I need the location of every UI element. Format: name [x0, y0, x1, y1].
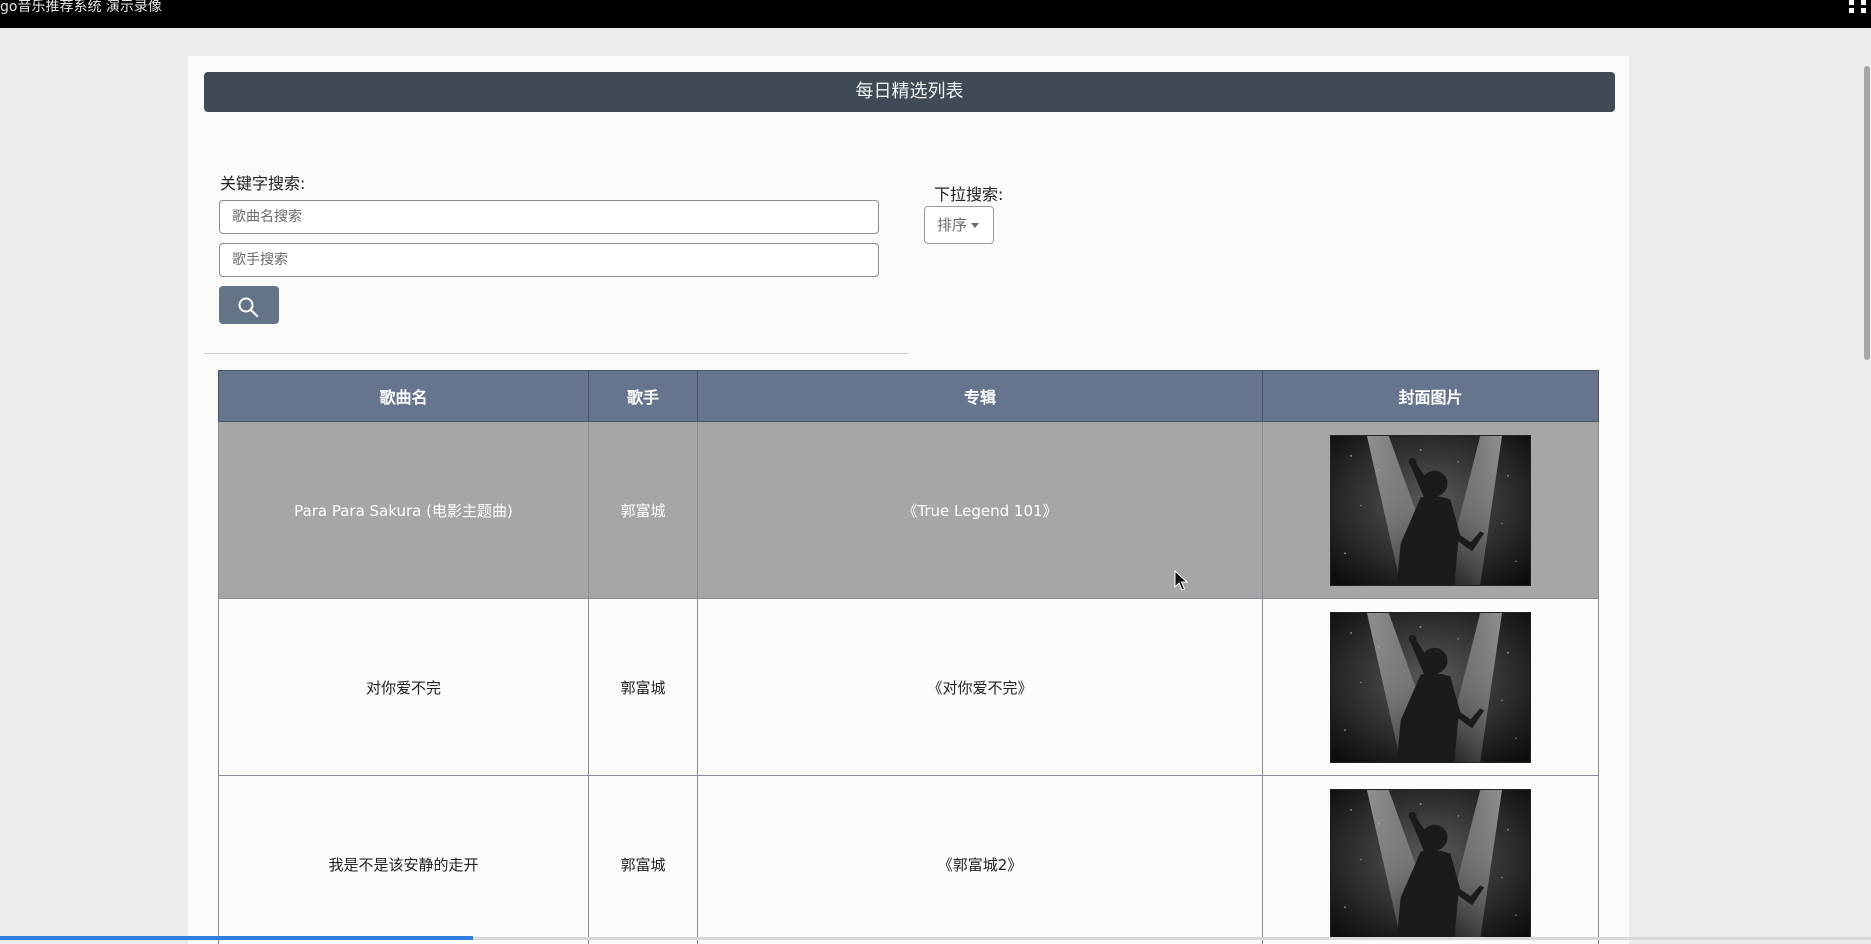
- video-progress-fill: [0, 936, 474, 940]
- cover-image: [1330, 434, 1531, 586]
- song-name-cell: 我是不是该安静的走开: [218, 775, 589, 944]
- album-cell: 《对你爱不完》: [697, 598, 1263, 776]
- cover-image: [1330, 611, 1531, 763]
- table-row[interactable]: Para Para Sakura (电影主题曲) 郭富城 《True Legen…: [218, 421, 1599, 599]
- dropdown-search-label: 下拉搜索:: [934, 185, 1004, 204]
- column-header-song: 歌曲名: [218, 370, 589, 422]
- singer-search-input[interactable]: [219, 243, 879, 277]
- column-header-singer: 歌手: [588, 370, 698, 422]
- song-search-input[interactable]: [219, 200, 879, 234]
- cover-cell: [1262, 421, 1599, 599]
- page-title: 每日精选列表: [204, 72, 1615, 112]
- column-header-album: 专辑: [697, 370, 1263, 422]
- divider: [204, 353, 909, 354]
- song-table: 歌曲名 歌手 专辑 封面图片 Para Para Sakura (电影主题曲) …: [218, 370, 1599, 944]
- mouse-cursor-icon: [1174, 570, 1188, 591]
- caret-down-icon: [971, 223, 980, 228]
- album-cell: 《郭富城2》: [697, 775, 1263, 944]
- sort-dropdown-button[interactable]: 排序: [924, 206, 994, 244]
- table-row[interactable]: 对你爱不完 郭富城 《对你爱不完》: [218, 598, 1599, 776]
- singer-cell: 郭富城: [588, 775, 698, 944]
- singer-cell: 郭富城: [588, 421, 698, 599]
- sort-dropdown-label: 排序: [937, 216, 968, 234]
- column-header-cover: 封面图片: [1262, 370, 1599, 422]
- video-title: go音乐推荐系统 演示录像: [0, 0, 162, 15]
- search-button[interactable]: [219, 286, 279, 324]
- vertical-scrollbar[interactable]: [1864, 66, 1870, 360]
- exit-fullscreen-icon[interactable]: [1849, 0, 1869, 14]
- song-name-cell: 对你爱不完: [218, 598, 589, 776]
- singer-cell: 郭富城: [588, 598, 698, 776]
- cover-cell: [1262, 598, 1599, 776]
- keyword-search-label: 关键字搜索:: [220, 174, 306, 193]
- table-header-row: 歌曲名 歌手 专辑 封面图片: [218, 370, 1599, 422]
- cover-image: [1330, 788, 1531, 940]
- table-row[interactable]: 我是不是该安静的走开 郭富城 《郭富城2》: [218, 775, 1599, 944]
- search-icon: [238, 297, 259, 318]
- page-container: 每日精选列表 关键字搜索: 下拉搜索: 排序 歌曲名 歌手 专辑 封面图片 Pa…: [188, 56, 1629, 944]
- cover-cell: [1262, 775, 1599, 944]
- video-title-bar: go音乐推荐系统 演示录像: [0, 0, 1871, 28]
- song-name-cell: Para Para Sakura (电影主题曲): [218, 421, 589, 599]
